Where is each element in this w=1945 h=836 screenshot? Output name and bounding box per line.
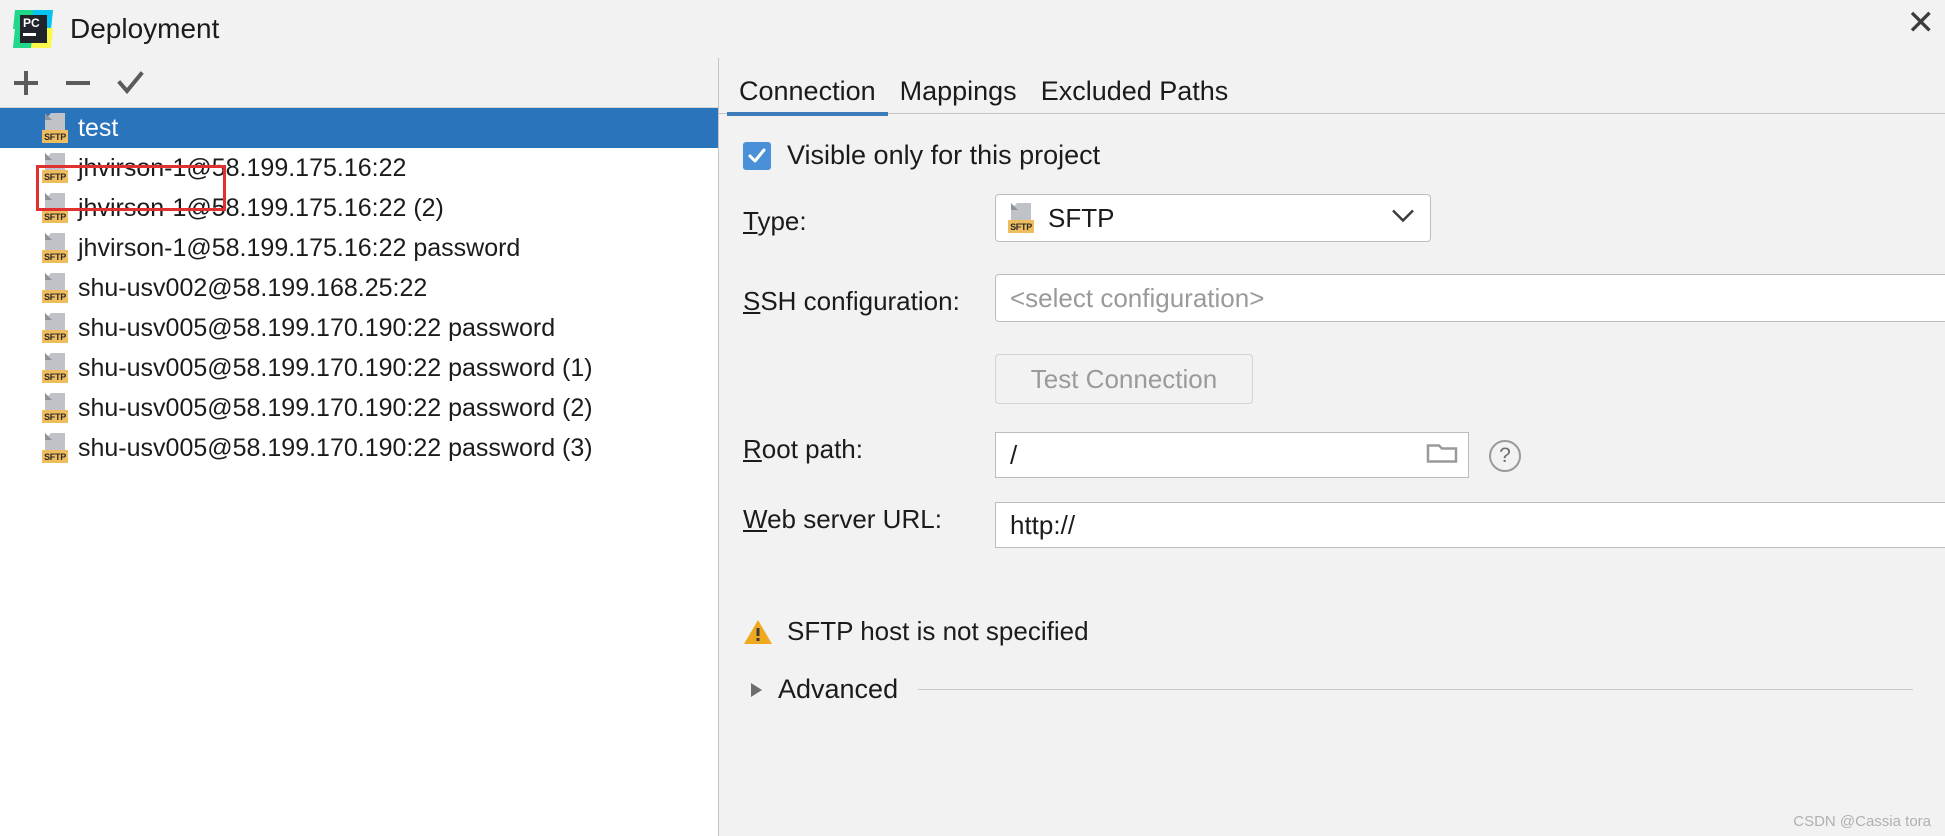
ssh-configuration-mnemonic: S [743, 286, 761, 316]
visible-only-checkbox[interactable] [743, 141, 771, 170]
web-server-url-input[interactable]: http:// [995, 502, 1945, 548]
list-item-label: jhvirson-1@58.199.175.16:22 password [78, 233, 521, 262]
sftp-icon-tag: SFTP [42, 250, 68, 263]
web-server-url-row: Web server URL: [743, 504, 942, 535]
watermark: CSDN @Cassia tora [1793, 813, 1931, 830]
warning-row: SFTP host is not specified [743, 616, 1089, 647]
warning-triangle-icon [743, 618, 773, 646]
visible-only-row: Visible only for this project [743, 140, 1100, 171]
minus-icon [66, 80, 90, 85]
visible-only-label: Visible only for this project [787, 140, 1101, 170]
ssh-configuration-label-text: SH configuration: [760, 286, 960, 316]
root-path-label: Root path: [743, 434, 863, 465]
chevron-right-icon[interactable] [751, 682, 762, 697]
advanced-divider [918, 689, 1913, 690]
root-path-label-text: oot path: [761, 434, 863, 464]
type-mnemonic: T [743, 206, 758, 236]
list-item[interactable]: SFTP shu-usv005@58.199.170.190:22 passwo… [0, 348, 718, 388]
tab-excluded-paths[interactable]: Excluded Paths [1029, 76, 1241, 116]
list-item[interactable]: SFTP shu-usv002@58.199.168.25:22 [0, 268, 718, 308]
sftp-icon-tag: SFTP [1008, 220, 1034, 233]
sftp-icon: SFTP [42, 193, 68, 223]
sftp-icon-tag: SFTP [42, 170, 68, 183]
list-item-label: shu-usv002@58.199.168.25:22 [78, 273, 428, 302]
sftp-icon-tag: SFTP [42, 290, 68, 303]
list-item-label: jhvirson-1@58.199.175.16:22 (2) [78, 193, 444, 222]
sftp-icon-tag: SFTP [42, 450, 68, 463]
list-item[interactable]: SFTP shu-usv005@58.199.170.190:22 passwo… [0, 388, 718, 428]
web-server-url-label-text: eb server URL: [767, 504, 942, 534]
close-icon[interactable]: ✕ [1907, 6, 1936, 40]
sftp-icon: SFTP [42, 233, 68, 263]
sftp-icon-tag: SFTP [42, 330, 68, 343]
sftp-icon: SFTP [42, 313, 68, 343]
server-list-toolbar [0, 58, 718, 108]
web-server-url-mnemonic: W [743, 504, 768, 534]
warning-text: SFTP host is not specified [787, 616, 1089, 646]
root-path-mnemonic: R [743, 434, 762, 464]
list-item-label: test [78, 113, 119, 142]
list-item[interactable]: SFTP jhvirson-1@58.199.175.16:22 [0, 148, 718, 188]
check-icon [748, 148, 766, 162]
sftp-icon-tag: SFTP [42, 370, 68, 383]
root-path-row: Root path: [743, 434, 863, 465]
list-item-label: shu-usv005@58.199.170.190:22 password [78, 313, 556, 342]
type-label-text: ype: [757, 206, 807, 236]
add-server-button[interactable] [0, 61, 52, 105]
sftp-icon: SFTP [1008, 203, 1034, 233]
ssh-configuration-row: SSH configuration: [743, 286, 960, 317]
list-item[interactable]: SFTP jhvirson-1@58.199.175.16:22 (2) [0, 188, 718, 228]
test-connection-button[interactable]: Test Connection [995, 354, 1253, 404]
web-server-url-value: http:// [1010, 509, 1076, 540]
sftp-icon: SFTP [42, 353, 68, 383]
ssh-configuration-combobox[interactable]: <select configuration> [995, 274, 1945, 322]
tab-connection[interactable]: Connection [727, 76, 888, 116]
root-path-help-icon[interactable]: ? [1489, 440, 1521, 472]
list-item[interactable]: SFTP shu-usv005@58.199.170.190:22 passwo… [0, 308, 718, 348]
type-row: Type: [743, 206, 807, 237]
list-item-label: jhvirson-1@58.199.175.16:22 [78, 153, 407, 182]
ssh-configuration-placeholder: <select configuration> [1010, 282, 1265, 313]
sftp-icon: SFTP [42, 273, 68, 303]
set-default-button[interactable] [104, 61, 156, 105]
sftp-icon-tag: SFTP [42, 130, 68, 143]
type-value: SFTP [1048, 202, 1115, 233]
ssh-configuration-label: SSH configuration: [743, 286, 960, 317]
list-item-label: shu-usv005@58.199.170.190:22 password (2… [78, 393, 593, 422]
folder-icon[interactable] [1426, 440, 1458, 471]
list-item-label: shu-usv005@58.199.170.190:22 password (1… [78, 353, 593, 382]
sftp-icon: SFTP [42, 153, 68, 183]
server-list-panel: SFTP test SFTP jhvirson-1@58.199.175.16:… [0, 58, 719, 836]
connection-form: Visible only for this project Type: SFTP… [719, 116, 1945, 836]
web-server-url-label: Web server URL: [743, 504, 942, 535]
list-item[interactable]: SFTP test [0, 108, 718, 148]
list-item[interactable]: SFTP shu-usv005@58.199.170.190:22 passwo… [0, 428, 718, 468]
sftp-icon: SFTP [42, 433, 68, 463]
chevron-down-icon[interactable] [1392, 209, 1414, 228]
check-icon [117, 70, 144, 94]
settings-tabs: Connection Mappings Excluded Paths [719, 58, 1945, 116]
tab-mappings[interactable]: Mappings [888, 76, 1029, 116]
root-path-value: / [1010, 439, 1018, 470]
advanced-label: Advanced [778, 674, 899, 704]
sftp-icon-tag: SFTP [42, 410, 68, 423]
remove-server-button[interactable] [52, 61, 104, 105]
advanced-section[interactable]: Advanced [743, 674, 1913, 705]
root-path-input[interactable]: / [995, 432, 1469, 478]
sftp-icon: SFTP [42, 113, 68, 143]
type-label: Type: [743, 206, 807, 237]
page-title: Deployment [70, 13, 220, 44]
pycharm-icon: PC [12, 10, 54, 48]
list-item-label: shu-usv005@58.199.170.190:22 password (3… [78, 433, 593, 462]
server-list[interactable]: SFTP test SFTP jhvirson-1@58.199.175.16:… [0, 108, 718, 836]
title-bar: PC Deployment ✕ [0, 0, 1945, 59]
type-combobox[interactable]: SFTP SFTP [995, 194, 1431, 242]
sftp-icon-tag: SFTP [42, 210, 68, 223]
sftp-icon: SFTP [42, 393, 68, 423]
list-item[interactable]: SFTP jhvirson-1@58.199.175.16:22 passwor… [0, 228, 718, 268]
connection-settings-panel: Connection Mappings Excluded Paths Visib… [719, 58, 1945, 836]
deployment-dialog: PC Deployment ✕ SFTP test SFTP jhvirson-… [0, 0, 1945, 836]
plus-icon [14, 70, 38, 95]
